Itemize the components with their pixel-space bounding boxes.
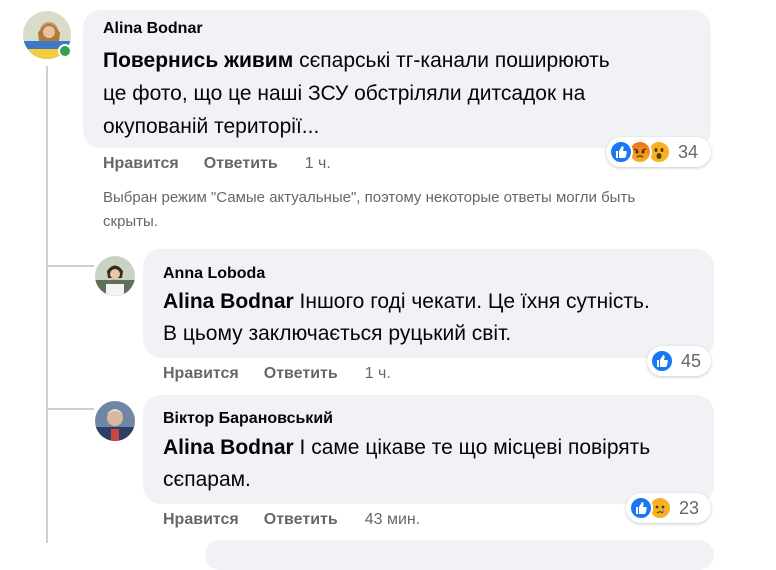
reaction-count: 45 xyxy=(681,350,702,371)
comment-text-line: Alina Bodnar Іншого годі чекати. Це їхня… xyxy=(163,285,650,318)
comment-bubble-2: Anna Loboda Alina Bodnar Іншого годі чек… xyxy=(143,249,714,358)
online-status-indicator xyxy=(58,44,72,58)
reply-button[interactable]: Ответить xyxy=(204,155,278,173)
reaction-count: 34 xyxy=(678,141,699,162)
comment-text: Іншого годі чекати. Це їхня сутність. xyxy=(293,290,650,313)
comment-text-line: В цьому заключається руцький світ. xyxy=(163,322,512,345)
avatar-image xyxy=(95,256,135,296)
comment-timestamp[interactable]: 1 ч. xyxy=(305,155,331,173)
comment-mention-tag[interactable]: Alina Bodnar xyxy=(163,290,294,313)
comment-bubble-partial xyxy=(205,540,714,570)
comment-mention-tag[interactable]: Повернись живим xyxy=(103,49,293,72)
like-icon xyxy=(650,349,674,373)
comment-timestamp[interactable]: 43 мин. xyxy=(365,511,420,529)
reply-button[interactable]: Ответить xyxy=(264,365,338,383)
thread-line-branch-1 xyxy=(46,265,94,267)
like-icon xyxy=(629,496,653,520)
thread-line-branch-2 xyxy=(46,408,94,410)
avatar-image xyxy=(95,401,135,441)
comment-actions: Нравится Ответить 43 мин. xyxy=(163,511,420,529)
comment-text-line: Alina Bodnar І саме цікаве те що місцеві… xyxy=(163,431,650,464)
sort-mode-notice: Выбран режим "Самые актуальные", поэтому… xyxy=(103,189,636,206)
comment-bubble-1: Alina Bodnar Повернись живим сєпарські т… xyxy=(83,10,711,148)
comment-actions: Нравится Ответить 1 ч. xyxy=(163,365,391,383)
comment-author[interactable]: Alina Bodnar xyxy=(103,20,203,38)
comment-text-line: сєпарам. xyxy=(163,468,251,491)
reactions-summary[interactable]: 23 xyxy=(626,493,711,523)
comment-text: сєпарські тг-канали поширюють xyxy=(293,49,610,72)
reaction-count: 23 xyxy=(679,497,700,518)
comment-timestamp[interactable]: 1 ч. xyxy=(365,365,391,383)
like-button[interactable]: Нравится xyxy=(103,155,179,173)
comment-actions: Нравится Ответить 1 ч. xyxy=(103,155,331,173)
comment-text-line: це фото, що це наші ЗСУ обстріляли дитса… xyxy=(103,82,586,105)
like-button[interactable]: Нравится xyxy=(163,511,239,529)
comment-mention-tag[interactable]: Alina Bodnar xyxy=(163,436,294,459)
comment-text-line: окупованій території... xyxy=(103,115,320,138)
comment-text: І саме цікаве те що місцеві повірять xyxy=(293,436,651,459)
sort-mode-notice-line2: скрыты. xyxy=(103,213,159,230)
comment-author[interactable]: Віктор Барановський xyxy=(163,410,333,428)
comment-author[interactable]: Anna Loboda xyxy=(163,265,265,283)
avatar-viktor-baranovsky[interactable] xyxy=(95,401,135,441)
reactions-summary[interactable]: 34 xyxy=(606,137,711,167)
like-button[interactable]: Нравится xyxy=(163,365,239,383)
like-icon xyxy=(609,140,633,164)
comment-text-line: Повернись живим сєпарські тг-канали поши… xyxy=(103,44,610,77)
reply-button[interactable]: Ответить xyxy=(264,511,338,529)
comment-bubble-3: Віктор Барановський Alina Bodnar І саме … xyxy=(143,395,714,504)
thread-line-main xyxy=(46,66,48,543)
avatar-anna-loboda[interactable] xyxy=(95,256,135,296)
reactions-summary[interactable]: 45 xyxy=(647,346,711,376)
